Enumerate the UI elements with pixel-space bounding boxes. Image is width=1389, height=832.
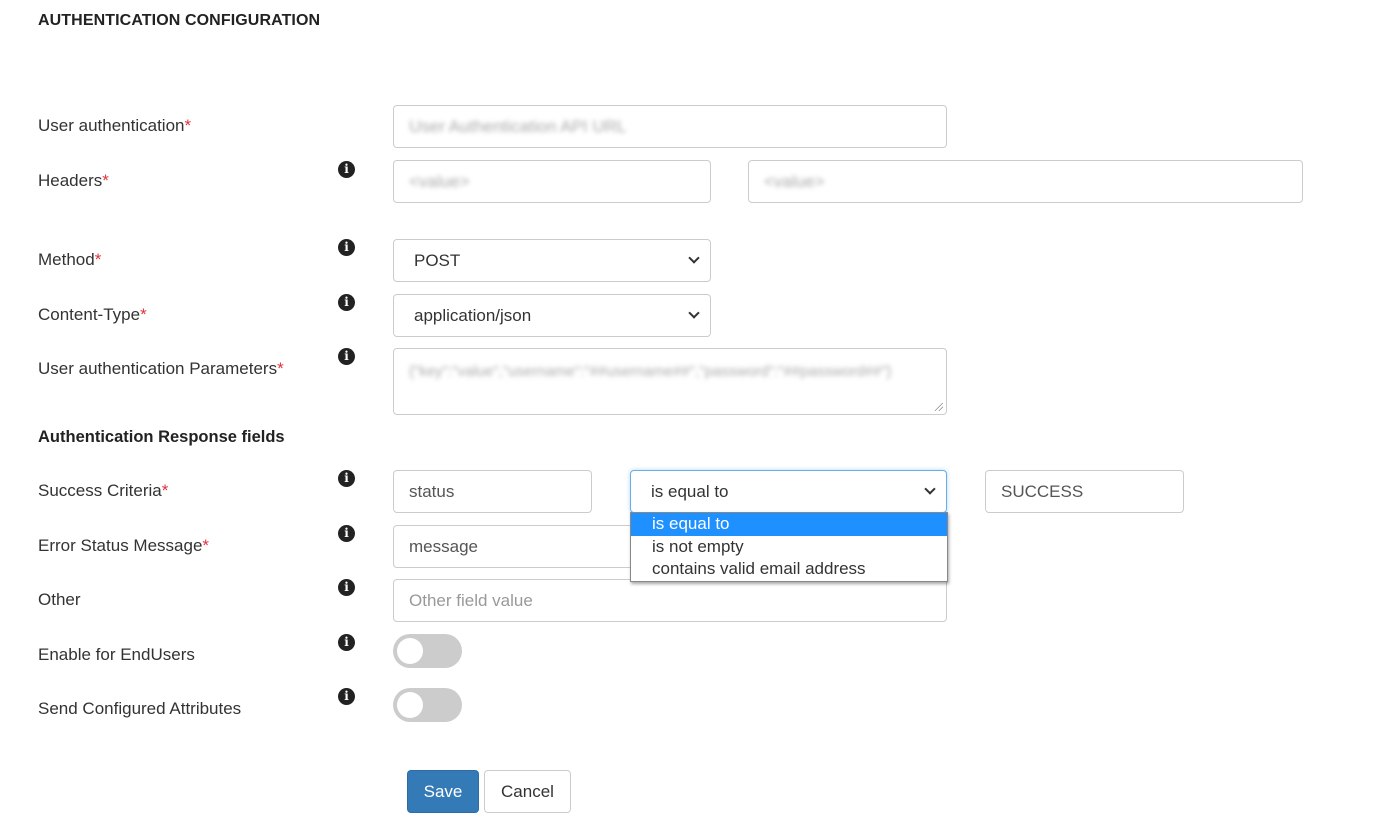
dropdown-option[interactable]: contains valid email address [631, 558, 947, 581]
user-auth-url-input[interactable]: User Authentication API URL [393, 105, 947, 148]
required-marker: * [184, 116, 192, 135]
label-text: User authentication [38, 116, 185, 135]
toggle-knob [397, 638, 423, 664]
header-key-value: <value> [409, 171, 470, 191]
cancel-button[interactable]: Cancel [484, 770, 571, 813]
header-key-input[interactable]: <value> [393, 160, 711, 203]
info-icon[interactable]: i [338, 239, 355, 256]
content-type-select[interactable]: application/json [393, 294, 711, 337]
enable-endusers-label: Enable for EndUsers [38, 645, 195, 664]
required-marker: * [161, 481, 169, 500]
required-marker: * [140, 305, 147, 324]
headers-label: Headers* [38, 171, 109, 191]
params-label: User authentication Parameters* [38, 359, 284, 379]
send-attributes-label: Send Configured Attributes [38, 699, 242, 718]
method-label: Method* [38, 250, 101, 270]
header-value-input[interactable]: <value> [748, 160, 1303, 203]
info-icon[interactable]: i [338, 161, 355, 178]
required-marker: * [277, 359, 284, 378]
label-text: Headers [38, 171, 103, 190]
label-text: User authentication Parameters [38, 359, 278, 378]
info-icon[interactable]: i [338, 294, 355, 311]
info-icon[interactable]: i [338, 348, 355, 365]
label-text: Content-Type [38, 305, 141, 324]
method-select[interactable]: POST [393, 239, 711, 282]
success-operator-select[interactable]: is equal to [630, 470, 947, 513]
success-operator-selected: is equal to [651, 481, 729, 501]
success-value-input[interactable]: SUCCESS [985, 470, 1184, 513]
method-selected: POST [414, 250, 461, 270]
params-value: {"key":"value","username":"##username##"… [409, 363, 892, 380]
success-criteria-label: Success Criteria* [38, 481, 168, 501]
chevron-down-icon [924, 483, 936, 495]
other-placeholder: Other field value [409, 590, 533, 610]
operator-dropdown-list: is equal to is not empty contains valid … [630, 512, 948, 582]
user-auth-label: User authentication* [38, 116, 191, 136]
send-attributes-toggle[interactable] [393, 688, 462, 722]
success-value: SUCCESS [1001, 481, 1084, 501]
content-type-selected: application/json [414, 305, 532, 325]
other-input[interactable]: Other field value [393, 579, 947, 622]
other-label: Other [38, 590, 81, 609]
info-icon[interactable]: i [338, 525, 355, 542]
response-section-heading: Authentication Response fields [38, 428, 285, 446]
required-marker: * [94, 250, 102, 269]
dropdown-option[interactable]: is not empty [631, 536, 947, 559]
info-icon[interactable]: i [338, 634, 355, 651]
enable-endusers-toggle[interactable] [393, 634, 462, 668]
success-field-input[interactable]: status [393, 470, 592, 513]
user-auth-url-placeholder: User Authentication API URL [409, 116, 627, 136]
info-icon[interactable]: i [338, 470, 355, 487]
label-text: Method [38, 250, 95, 269]
required-marker: * [102, 171, 109, 190]
info-icon[interactable]: i [338, 579, 355, 596]
page-title: AUTHENTICATION CONFIGURATION [38, 12, 321, 29]
error-status-label: Error Status Message* [38, 536, 209, 556]
save-button[interactable]: Save [407, 770, 479, 813]
error-status-value: message [409, 536, 478, 556]
params-textarea[interactable]: {"key":"value","username":"##username##"… [393, 348, 947, 415]
content-type-label: Content-Type* [38, 305, 147, 325]
resize-handle[interactable] [935, 403, 943, 411]
dropdown-option[interactable]: is equal to [631, 513, 947, 536]
chevron-down-icon [688, 307, 700, 319]
label-text: Error Status Message [38, 536, 203, 555]
header-value-value: <value> [764, 171, 825, 191]
required-marker: * [202, 536, 210, 555]
chevron-down-icon [688, 252, 700, 264]
success-field-value: status [409, 481, 455, 501]
label-text: Success Criteria [38, 481, 162, 500]
info-icon[interactable]: i [338, 688, 355, 705]
toggle-knob [397, 692, 423, 718]
